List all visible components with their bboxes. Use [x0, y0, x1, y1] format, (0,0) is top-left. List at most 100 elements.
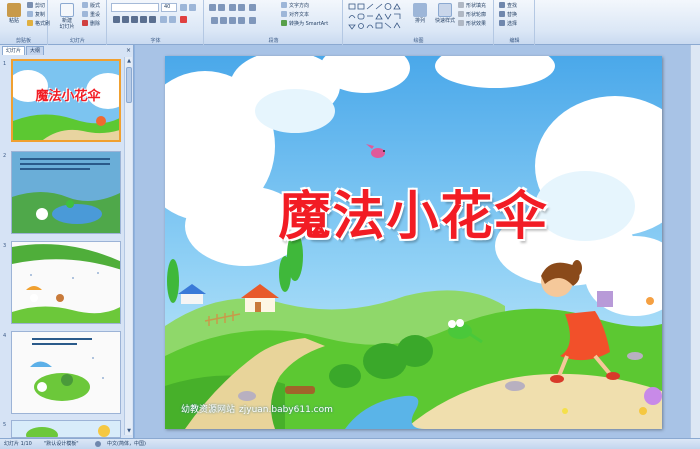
increase-indent-icon[interactable]	[238, 4, 245, 11]
align-center-icon[interactable]	[220, 17, 227, 24]
quick-styles-button[interactable]: 快速样式	[432, 2, 458, 34]
align-text-icon	[281, 11, 287, 17]
layout-icon	[82, 2, 88, 8]
thumbnail-number: 2	[3, 153, 7, 159]
panel-scroll-thumb[interactable]	[126, 67, 132, 103]
bold-icon[interactable]	[113, 16, 120, 23]
thumbnail-number: 3	[3, 243, 7, 249]
slides-group-label: 幻灯片	[69, 38, 85, 44]
shrink-font-icon[interactable]	[189, 4, 196, 11]
numbering-icon[interactable]	[218, 4, 225, 11]
slide-editing-area: 魔法小花伞 幼教资源网站 zjyuan.baby611.com	[135, 45, 700, 438]
shape-effects-button[interactable]: 形状效果	[458, 20, 486, 28]
replace-icon	[499, 11, 505, 17]
brush-icon	[27, 20, 33, 26]
grow-font-icon[interactable]	[180, 4, 187, 11]
replace-button[interactable]: 替换	[499, 11, 517, 19]
thumbnail-2-art	[12, 152, 120, 233]
paragraph-group: 文字方向 对齐文本 转换为 SmartArt 段落	[205, 0, 343, 45]
new-slide-icon	[60, 3, 74, 17]
select-button[interactable]: 选择	[499, 20, 517, 28]
outline-pen-icon	[458, 11, 464, 17]
underline-icon[interactable]	[131, 16, 138, 23]
copy-button[interactable]: 复制	[27, 11, 45, 19]
smartart-button[interactable]: 转换为 SmartArt	[281, 20, 328, 28]
slide-thumbnail-3[interactable]	[11, 241, 121, 324]
close-panel-icon[interactable]: ×	[126, 46, 131, 55]
line-spacing-icon[interactable]	[249, 4, 256, 11]
slide-thumbnail-2[interactable]	[11, 151, 121, 234]
tab-slides[interactable]: 幻灯片	[2, 46, 26, 55]
ribbon: 粘贴 剪切 复制 格式刷 剪贴板 新建 幻灯片 版式 重设 删除 幻灯片 40 …	[0, 0, 700, 45]
scissors-icon	[27, 2, 33, 8]
shadow-icon[interactable]	[149, 16, 156, 23]
justify-icon[interactable]	[238, 17, 245, 24]
arrange-icon	[413, 3, 427, 17]
delete-button[interactable]: 删除	[82, 20, 100, 28]
binoculars-icon	[499, 2, 505, 8]
thumbnail-number: 1	[3, 61, 7, 67]
reset-button[interactable]: 重设	[82, 11, 100, 19]
slide-canvas[interactable]: 魔法小花伞 幼教资源网站 zjyuan.baby611.com	[165, 56, 662, 429]
panel-scrollbar[interactable]: ▲ ▼	[124, 57, 132, 435]
watermark-site: 幼教资源网站	[181, 405, 236, 415]
new-slide-button[interactable]: 新建 幻灯片	[54, 2, 80, 34]
thumbnail-4-art	[12, 332, 120, 413]
text-direction-button[interactable]: 文字方向	[281, 2, 309, 10]
strikethrough-icon[interactable]	[140, 16, 147, 23]
paragraph-group-label: 段落	[268, 38, 279, 44]
thumbnail-3-art	[12, 242, 120, 323]
paste-icon	[7, 3, 21, 17]
language-indicator[interactable]: 中文(简体，中国)	[107, 439, 146, 449]
quick-styles-icon	[438, 3, 452, 17]
paste-button[interactable]: 粘贴	[2, 2, 26, 34]
char-spacing-icon[interactable]	[160, 16, 167, 23]
copy-icon	[27, 11, 33, 17]
shapes-gallery[interactable]	[347, 2, 405, 30]
effects-icon	[458, 20, 464, 26]
align-left-icon[interactable]	[211, 17, 218, 24]
delete-icon	[82, 20, 88, 26]
scroll-up-icon[interactable]: ▲	[125, 57, 133, 65]
clipboard-group-label: 剪贴板	[15, 38, 31, 44]
align-right-icon[interactable]	[229, 17, 236, 24]
clipboard-group: 粘贴 剪切 复制 格式刷 剪贴板	[0, 0, 50, 45]
spelling-check-icon[interactable]	[95, 441, 101, 447]
columns-icon[interactable]	[249, 17, 256, 24]
font-group-label: 字体	[150, 38, 161, 44]
italic-icon[interactable]	[122, 16, 129, 23]
cursor-icon	[499, 20, 505, 26]
editing-group-label: 编辑	[509, 38, 520, 44]
font-color-icon[interactable]	[180, 16, 187, 23]
bird-icon	[366, 144, 385, 158]
fill-bucket-icon	[458, 2, 464, 8]
layout-button[interactable]: 版式	[82, 2, 100, 10]
shape-outline-button[interactable]: 形状轮廓	[458, 11, 486, 19]
tab-outline[interactable]: 大纲	[26, 46, 45, 55]
find-button[interactable]: 查找	[499, 2, 517, 10]
slide-thumbnail-5[interactable]	[11, 420, 121, 438]
decrease-indent-icon[interactable]	[229, 4, 236, 11]
slide-thumbnail-4[interactable]	[11, 331, 121, 414]
smartart-icon	[281, 20, 287, 26]
change-case-icon[interactable]	[169, 16, 176, 23]
reset-icon	[82, 11, 88, 17]
slides-group: 新建 幻灯片 版式 重设 删除 幻灯片	[49, 0, 107, 45]
format-painter-button[interactable]: 格式刷	[27, 20, 50, 28]
arrange-button[interactable]: 排列	[408, 2, 432, 34]
font-name-field[interactable]	[111, 3, 159, 12]
text-direction-icon	[281, 2, 287, 8]
drawing-group: 排列 快速样式 形状填充 形状轮廓 形状效果 绘图	[344, 0, 494, 45]
slide-scrollbar[interactable]	[690, 45, 700, 438]
slide-title[interactable]: 魔法小花伞	[165, 174, 662, 249]
slide-thumbnail-1[interactable]: 魔法小花伞	[11, 59, 121, 142]
thumbnail-5-art	[12, 421, 120, 437]
theme-name: "默认设计模板"	[44, 441, 79, 447]
align-text-button[interactable]: 对齐文本	[281, 11, 309, 19]
scroll-down-icon[interactable]: ▼	[125, 427, 133, 435]
font-size-field[interactable]: 40	[161, 3, 177, 12]
shape-fill-button[interactable]: 形状填充	[458, 2, 486, 10]
cut-button[interactable]: 剪切	[27, 2, 45, 10]
bullets-icon[interactable]	[209, 4, 216, 11]
status-bar: 幻灯片 1/10 "默认设计模板" 中文(简体，中国)	[0, 438, 700, 449]
